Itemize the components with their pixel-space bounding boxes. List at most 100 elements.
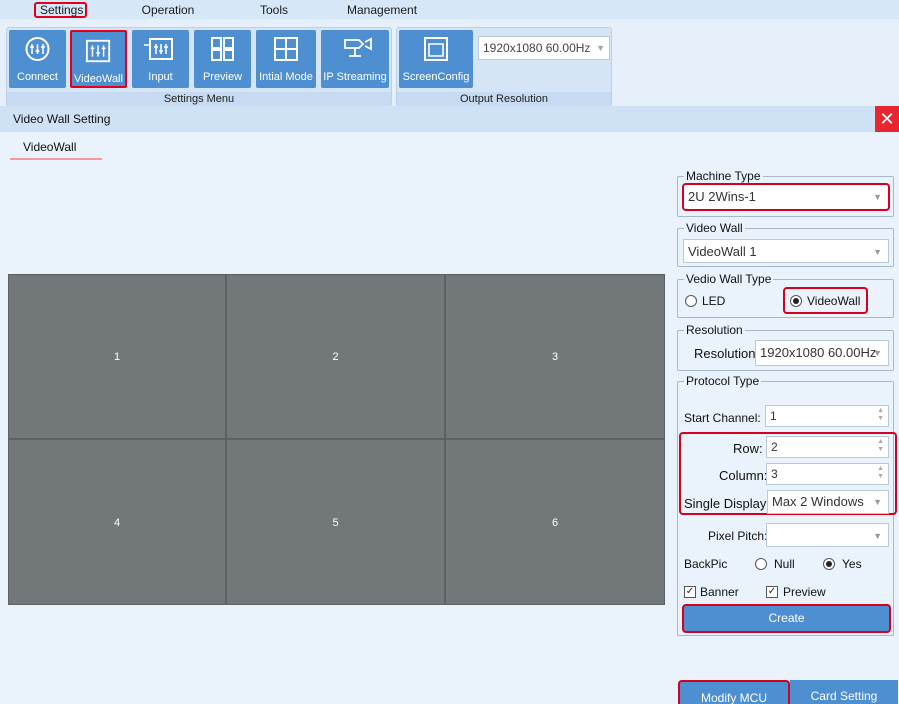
- led-radio[interactable]: [685, 295, 697, 307]
- tab-videowall[interactable]: VideoWall: [23, 140, 76, 154]
- preview-checkbox[interactable]: ✓: [766, 586, 778, 598]
- videowall-radio[interactable]: [790, 295, 802, 307]
- spinner-icon[interactable]: ▲ ▼: [877, 407, 884, 423]
- ip-streaming-label: IP Streaming: [323, 71, 387, 83]
- single-display-label: Single Display:: [684, 496, 770, 511]
- close-icon[interactable]: ✕: [875, 106, 899, 132]
- chevron-down-icon: ▼: [596, 43, 605, 53]
- preview-label: Preview: [202, 71, 243, 83]
- connect-label: Connect: [17, 71, 58, 83]
- backpic-label: BackPic: [684, 557, 728, 571]
- output-resolution-group: ScreenConfig 1920x1080 60.00Hz ▼ Output …: [396, 27, 612, 107]
- start-channel-input[interactable]: 1 ▲ ▼: [765, 405, 889, 427]
- create-button[interactable]: Create: [682, 604, 891, 633]
- app-window: Settings Operation Tools Management Conn…: [0, 0, 899, 704]
- wall-cell[interactable]: 3: [445, 274, 665, 439]
- wall-type-legend: Vedio Wall Type: [686, 272, 772, 286]
- connect-button[interactable]: Connect: [9, 30, 66, 88]
- resolution-label: Resolution:: [694, 346, 760, 361]
- wall-cell[interactable]: 6: [445, 439, 665, 605]
- input-button[interactable]: Input: [132, 30, 189, 88]
- preview-label: Preview: [783, 585, 826, 599]
- wall-cell-number: 3: [551, 351, 559, 363]
- wall-cell-number: 1: [113, 351, 121, 363]
- column-value: 3: [771, 467, 778, 481]
- videowall-label: VideoWall: [74, 73, 123, 85]
- videowall-icon: [85, 39, 111, 63]
- dialog-title-bar: Video Wall Setting: [0, 106, 899, 132]
- output-resolution-value: 1920x1080 60.00Hz: [483, 41, 591, 55]
- tab-underline: [10, 158, 102, 160]
- machine-type-value: 2U 2Wins-1: [688, 189, 756, 204]
- settings-menu-label: Settings Menu: [7, 92, 391, 106]
- initial-mode-label: Intial Mode: [259, 71, 313, 83]
- chevron-down-icon: ▼: [873, 247, 882, 257]
- initial-mode-button[interactable]: Intial Mode: [256, 30, 316, 88]
- column-label: Column:: [719, 468, 768, 483]
- machine-type-legend: Machine Type: [686, 169, 761, 183]
- row-label: Row:: [733, 441, 763, 456]
- videowall-radio-label: VideoWall: [807, 294, 861, 308]
- backpic-null-label: Null: [774, 557, 795, 571]
- row-value: 2: [771, 440, 778, 454]
- resolution-value: 1920x1080 60.00Hz: [760, 345, 877, 360]
- grid-icon: [274, 37, 298, 61]
- screen-config-icon: [424, 37, 448, 61]
- wall-cell[interactable]: 5: [226, 439, 445, 605]
- modify-mcu-button[interactable]: Modify MCU: [678, 680, 790, 704]
- menu-tab-operation[interactable]: Operation: [140, 2, 196, 18]
- backpic-yes-radio[interactable]: [823, 558, 835, 570]
- screen-config-label: ScreenConfig: [402, 71, 470, 83]
- single-display-value: Max 2 Windows: [772, 494, 864, 509]
- video-wall-legend: Video Wall: [686, 221, 743, 235]
- videowall-button[interactable]: VideoWall: [70, 30, 127, 88]
- screen-config-button[interactable]: ScreenConfig: [399, 30, 473, 88]
- camera-icon: [344, 37, 372, 57]
- pixel-pitch-select[interactable]: ▼: [766, 523, 889, 547]
- preview-button[interactable]: Preview: [194, 30, 251, 88]
- backpic-null-radio[interactable]: [755, 558, 767, 570]
- output-resolution-select[interactable]: 1920x1080 60.00Hz ▼: [478, 36, 610, 60]
- protocol-type-legend: Protocol Type: [686, 374, 760, 388]
- ip-streaming-button[interactable]: IP Streaming: [321, 30, 389, 88]
- wall-cell-number: 2: [332, 351, 339, 363]
- wall-cell[interactable]: 4: [8, 439, 226, 605]
- menu-tab-management[interactable]: Management: [347, 2, 417, 18]
- led-label: LED: [702, 294, 726, 308]
- spinner-icon[interactable]: ▲ ▼: [877, 465, 884, 481]
- chevron-down-icon: ▼: [873, 531, 882, 541]
- tab-strip: VideoWall: [0, 132, 899, 169]
- menu-strip: [0, 0, 899, 19]
- preview-icon: [211, 37, 234, 61]
- resolution-legend: Resolution: [686, 323, 743, 337]
- spinner-icon[interactable]: ▲ ▼: [877, 438, 884, 454]
- start-channel-value: 1: [770, 409, 777, 423]
- wall-cell-number: 6: [551, 517, 559, 529]
- single-display-select[interactable]: Max 2 Windows ▼: [767, 490, 889, 514]
- connect-icon: [25, 37, 50, 61]
- resolution-select[interactable]: 1920x1080 60.00Hz ▼: [755, 340, 889, 366]
- banner-checkbox[interactable]: ✓: [684, 586, 696, 598]
- chevron-down-icon: ▼: [873, 192, 882, 202]
- backpic-yes-label: Yes: [842, 557, 862, 571]
- chevron-down-icon: ▼: [873, 348, 882, 358]
- video-wall-select[interactable]: VideoWall 1 ▼: [683, 239, 889, 263]
- row-input[interactable]: 2 ▲ ▼: [766, 436, 889, 458]
- input-icon: [144, 38, 173, 60]
- dialog-title: Video Wall Setting: [13, 112, 111, 126]
- pixel-pitch-label: Pixel Pitch:: [708, 529, 768, 543]
- video-wall-value: VideoWall 1: [688, 244, 757, 259]
- menu-tab-settings[interactable]: Settings: [34, 2, 87, 18]
- column-input[interactable]: 3 ▲ ▼: [766, 463, 889, 485]
- machine-type-select[interactable]: 2U 2Wins-1 ▼: [682, 183, 890, 211]
- card-setting-button[interactable]: Card Setting: [790, 680, 898, 704]
- wall-cell-number: 5: [332, 517, 339, 529]
- menu-tab-tools[interactable]: Tools: [256, 2, 292, 18]
- wall-cell[interactable]: 1: [8, 274, 226, 439]
- ribbon: Connect VideoWall Input Preview Intial M…: [0, 19, 899, 107]
- videowall-canvas[interactable]: 1 2 3 4 5 6: [0, 169, 673, 704]
- wall-cell[interactable]: 2: [226, 274, 445, 439]
- input-label: Input: [148, 71, 173, 83]
- settings-menu-group: Connect VideoWall Input Preview Intial M…: [6, 27, 392, 107]
- output-resolution-label: Output Resolution: [397, 92, 611, 106]
